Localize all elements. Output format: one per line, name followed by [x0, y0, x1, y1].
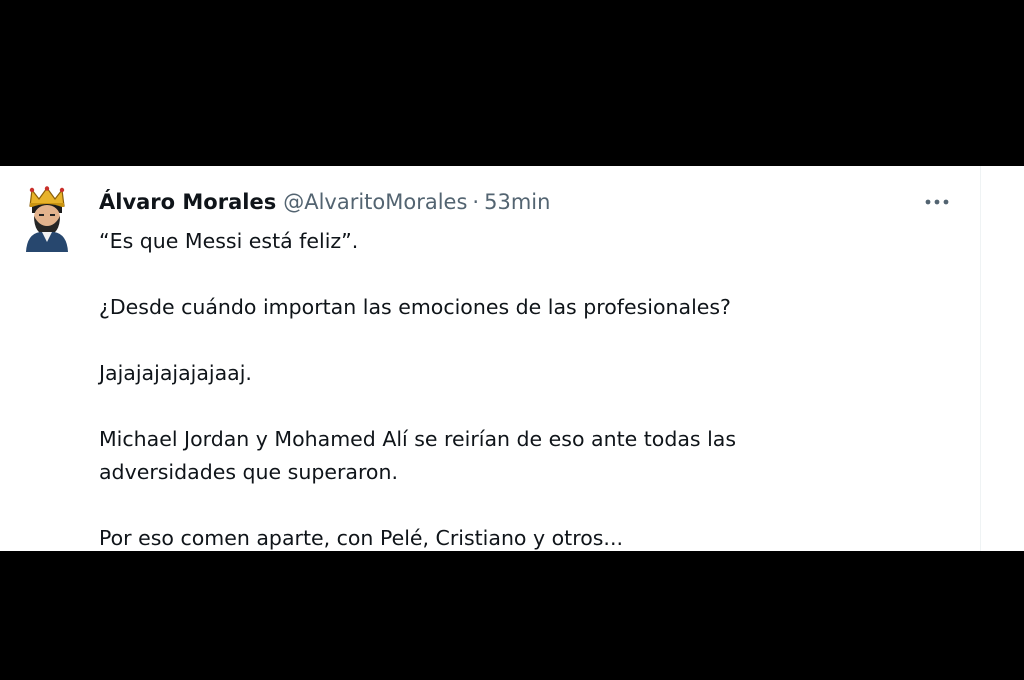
- tweet-paragraph: ¿Desde cuándo importan las emociones de …: [99, 295, 731, 319]
- tweet-paragraph: Por eso comen aparte, con Pelé, Cristian…: [99, 526, 623, 550]
- tweet-header: Álvaro Morales @AlvaritoMorales · 53min: [99, 187, 550, 217]
- author-display-name[interactable]: Álvaro Morales: [99, 187, 276, 217]
- tweet-timestamp[interactable]: 53min: [484, 187, 550, 217]
- tweet-text: “Es que Messi está feliz”. ¿Desde cuándo…: [99, 225, 859, 551]
- more-horizontal-icon: [925, 199, 949, 205]
- avatar[interactable]: [22, 186, 72, 252]
- more-options-button[interactable]: [918, 188, 956, 216]
- screenshot-frame: Álvaro Morales @AlvaritoMorales · 53min …: [0, 0, 1024, 680]
- tweet-paragraph: Michael Jordan y Mohamed Alí se reirían …: [99, 427, 737, 484]
- tweet-paragraph: “Es que Messi está feliz”.: [99, 229, 359, 253]
- header-separator: ·: [472, 190, 480, 214]
- author-handle[interactable]: @AlvaritoMorales: [283, 187, 467, 217]
- column-divider: [980, 166, 981, 551]
- crowned-man-avatar-icon: [26, 186, 68, 252]
- tweet-paragraph: Jajajajajajajaaj.: [99, 361, 252, 385]
- tweet-card[interactable]: Álvaro Morales @AlvaritoMorales · 53min …: [0, 166, 1024, 551]
